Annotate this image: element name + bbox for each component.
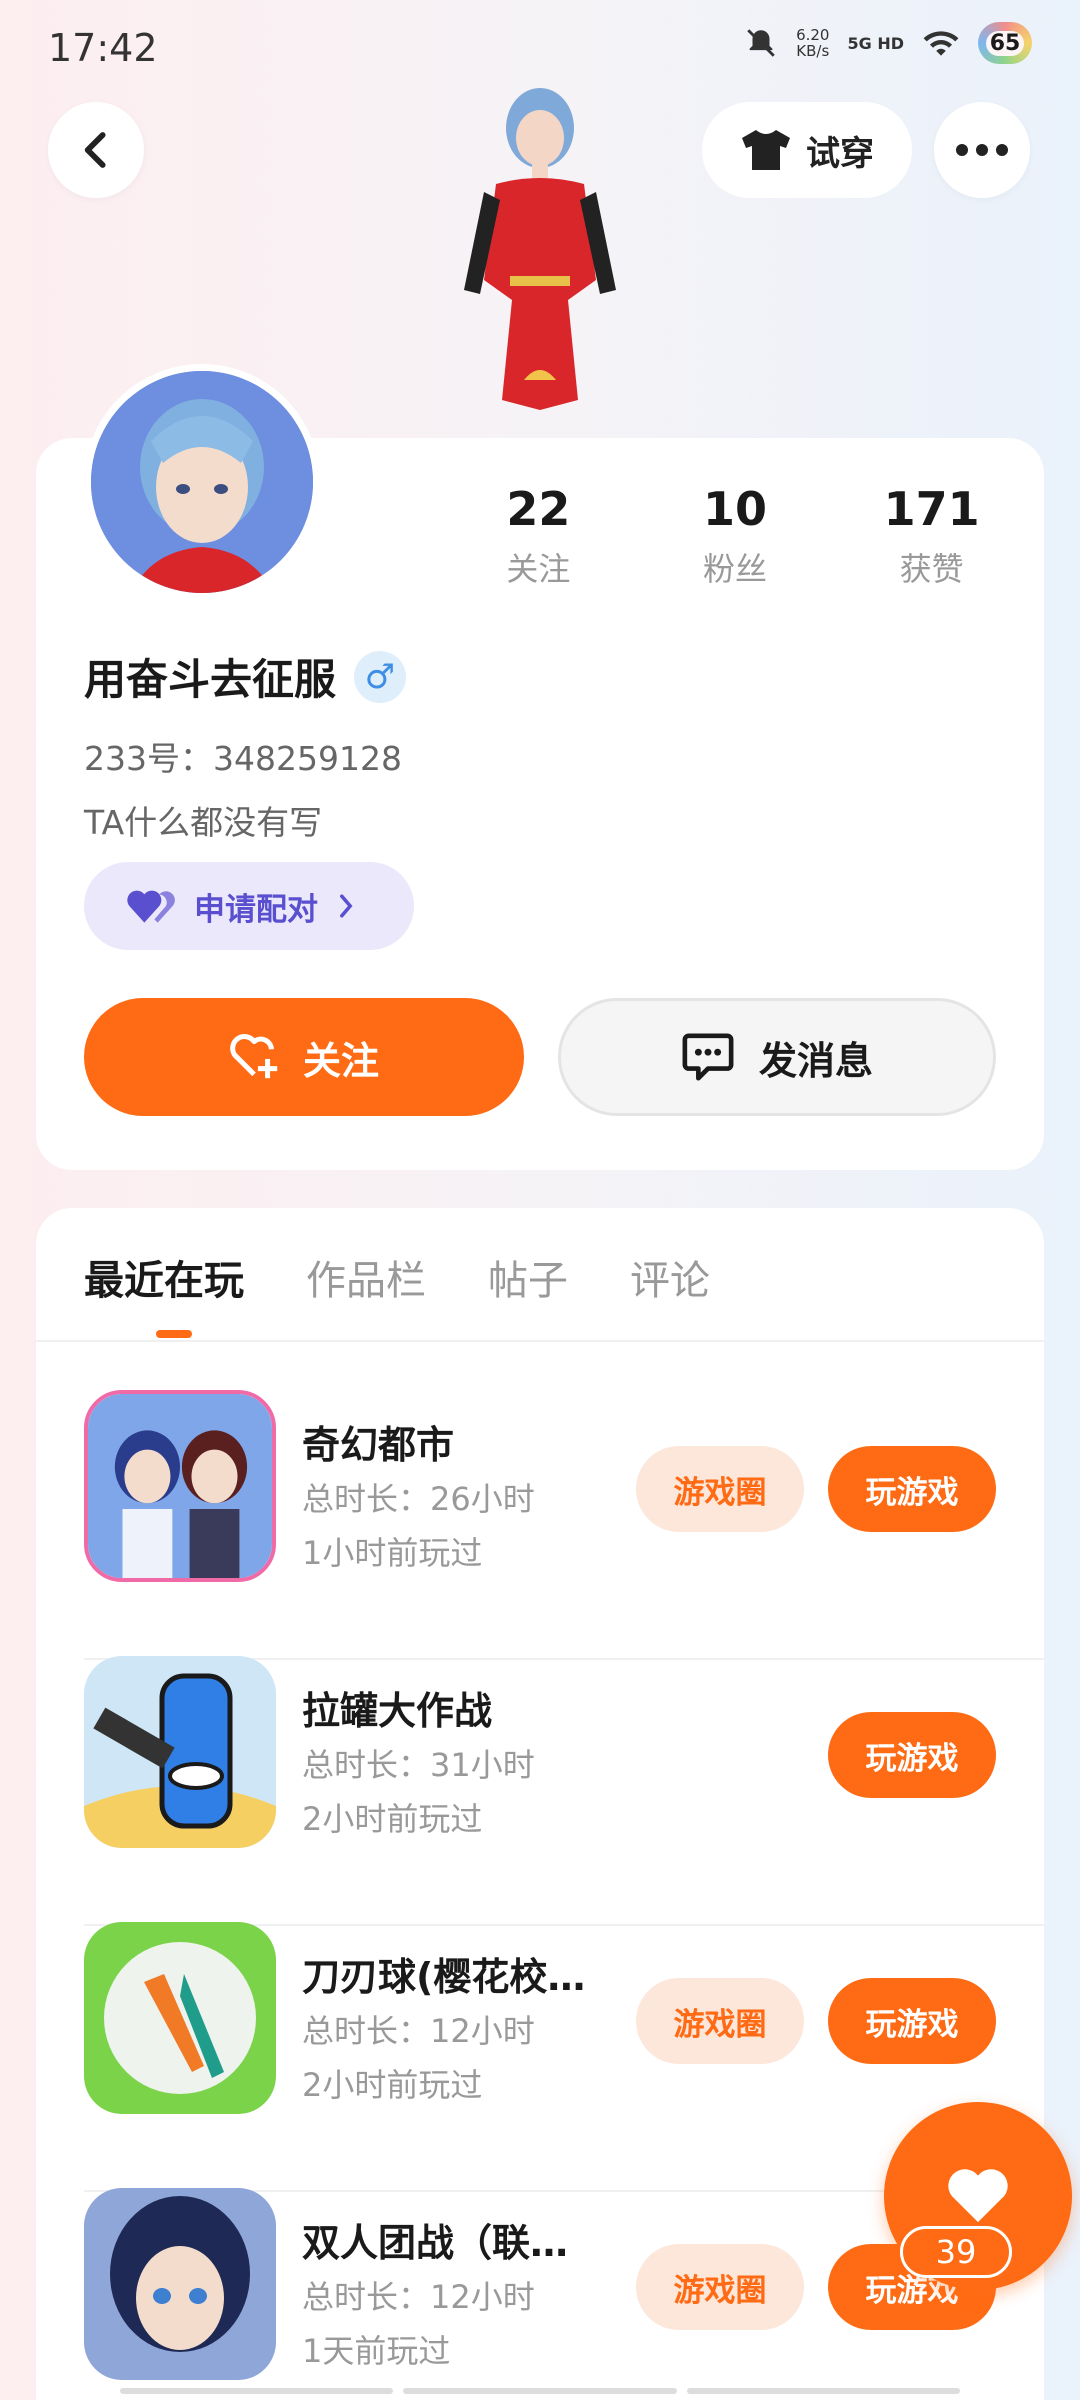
send-message-label: 发消息 [758, 1038, 873, 1083]
bio: TA什么都没有写 [84, 803, 323, 842]
follow-label: 关注 [302, 1038, 379, 1083]
game-name: 刀刃球(樱花校… [302, 1955, 586, 1999]
profile-tabs: 最近在玩 作品栏 帖子 评论 [84, 1248, 710, 1306]
list-item[interactable]: 刀刃球(樱花校… 总时长：12小时 2小时前玩过 游戏圈 玩游戏 [84, 1922, 1044, 2192]
bottom-scroll-indicator [120, 2388, 960, 2394]
follow-button[interactable]: 关注 [84, 998, 524, 1116]
status-time: 17:42 [48, 26, 158, 70]
tab-posts[interactable]: 帖子 [488, 1248, 568, 1306]
male-icon: ♂ [354, 650, 407, 703]
game-circle-button[interactable]: 游戏圈 [636, 1978, 804, 2064]
play-game-button[interactable]: 玩游戏 [828, 1446, 996, 1532]
tabs-divider [36, 1340, 1044, 1342]
request-pair-button[interactable]: 申请配对 [84, 862, 414, 950]
username: 用奋斗去征服 [84, 655, 337, 704]
game-last-played: 1天前玩过 [302, 2332, 451, 2370]
stat-following-label: 关注 [506, 550, 571, 588]
net-speed-value: 6.20 [796, 26, 830, 44]
game-name: 奇幻都市 [302, 1423, 455, 1467]
heart-plus-icon [230, 1034, 278, 1079]
list-item[interactable]: 奇幻都市 总时长：26小时 1小时前玩过 游戏圈 玩游戏 [84, 1390, 1044, 1660]
heart-pair-icon [127, 890, 175, 923]
stat-following-count: 22 [506, 482, 571, 536]
game-last-played: 1小时前玩过 [302, 1534, 483, 1572]
stat-likes-count: 171 [883, 482, 980, 536]
try-on-button[interactable]: 试穿 [702, 102, 912, 198]
game-last-played: 2小时前玩过 [302, 2066, 483, 2104]
game-last-played: 2小时前玩过 [302, 1800, 483, 1838]
heart-icon [948, 2169, 1008, 2223]
game-icon-image [84, 2188, 276, 2380]
stat-fans-count: 10 [703, 482, 768, 536]
play-game-button[interactable]: 玩游戏 [828, 1712, 996, 1798]
chevron-right-icon [340, 894, 353, 918]
game-duration: 总时长：26小时 [302, 1480, 535, 1518]
chevron-left-icon [84, 132, 106, 168]
net-speed: 6.20 KB/s [796, 27, 829, 59]
tab-works[interactable]: 作品栏 [306, 1248, 426, 1306]
game-circle-button[interactable]: 游戏圈 [636, 2244, 804, 2330]
status-icons: 6.20 KB/s 5G HD 65 [744, 22, 1032, 64]
net-speed-unit: KB/s [796, 42, 830, 60]
game-duration: 总时长：12小时 [302, 2278, 535, 2316]
avatar-figure-image [464, 88, 616, 410]
scroll-segment [120, 2388, 394, 2394]
active-tab-indicator [156, 1330, 192, 1338]
back-button[interactable] [48, 102, 144, 198]
more-dots-icon [956, 144, 1008, 156]
game-icon-image [84, 1390, 276, 1582]
more-button[interactable] [934, 102, 1030, 198]
profile-stats: 22 关注 10 粉丝 171 获赞 [440, 482, 1030, 590]
scroll-segment [403, 2388, 677, 2394]
stat-fans-label: 粉丝 [703, 550, 768, 588]
game-name: 双人团战（联… [302, 2221, 569, 2265]
avatar-image [91, 371, 313, 593]
send-message-button[interactable]: 发消息 [558, 998, 996, 1116]
stat-following[interactable]: 22 关注 [440, 482, 637, 590]
stat-likes-label: 获赞 [899, 550, 964, 588]
wifi-icon [923, 31, 959, 56]
game-icon-image [84, 1922, 276, 2114]
battery-icon: 65 [978, 22, 1032, 64]
avatar[interactable] [84, 364, 320, 600]
like-count-badge: 39 [900, 2226, 1012, 2278]
battery-level: 65 [985, 30, 1025, 56]
game-icon-image [84, 1656, 276, 1848]
tab-comments[interactable]: 评论 [630, 1248, 710, 1306]
mute-bell-icon [747, 29, 775, 57]
request-pair-label: 申请配对 [194, 891, 318, 928]
tab-recently-played[interactable]: 最近在玩 [84, 1248, 244, 1306]
play-game-button[interactable]: 玩游戏 [828, 1978, 996, 2064]
stat-fans[interactable]: 10 粉丝 [637, 482, 834, 590]
game-name: 拉罐大作战 [302, 1689, 493, 1733]
chat-bubble-icon [682, 1033, 734, 1081]
user-id: 233号：348259128 [84, 739, 402, 778]
stat-likes[interactable]: 171 获赞 [833, 482, 1030, 590]
try-on-label: 试穿 [806, 133, 874, 174]
game-duration: 总时长：12小时 [302, 2012, 535, 2050]
game-circle-button[interactable]: 游戏圈 [636, 1446, 804, 1532]
game-duration: 总时长：31小时 [302, 1746, 535, 1784]
scroll-segment [686, 2388, 960, 2394]
signal-label: 5G HD [847, 33, 904, 53]
username-row: 用奋斗去征服 ♂ [84, 646, 407, 707]
list-item[interactable]: 拉罐大作战 总时长：31小时 2小时前玩过 玩游戏 [84, 1656, 1044, 1926]
tshirt-icon [742, 130, 790, 170]
